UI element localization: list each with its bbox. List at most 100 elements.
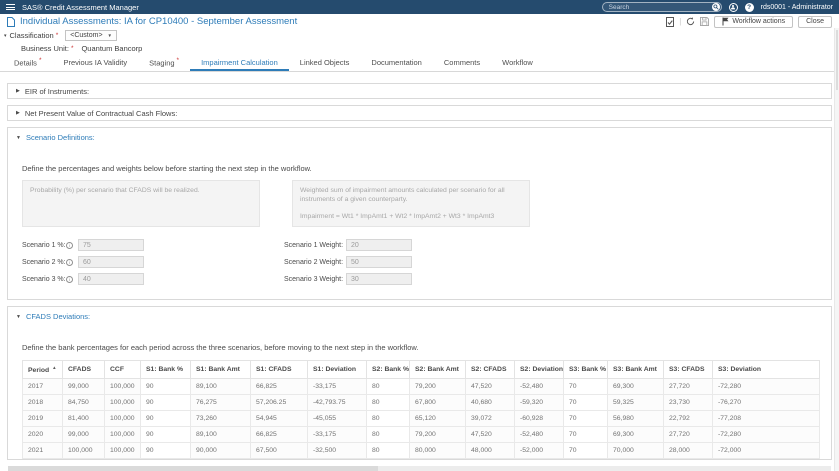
column-header-s3-cfads[interactable]: S3: CFADS — [663, 360, 713, 379]
column-header-s2-cfads[interactable]: S2: CFADS — [465, 360, 515, 379]
scenario-1-weight-input: 20 — [346, 239, 412, 251]
column-header-s3-bank-[interactable]: S3: Bank % — [563, 360, 608, 379]
column-header-s1-bank-amt[interactable]: S1: Bank Amt — [190, 360, 251, 379]
tab-linked-objects[interactable]: Linked Objects — [289, 55, 361, 71]
info-icon[interactable]: i — [66, 241, 73, 249]
column-header-s2-bank-[interactable]: S2: Bank % — [366, 360, 410, 379]
section-scenario-header[interactable]: ▼ Scenario Definitions: — [8, 128, 831, 142]
scenario-3-pct-input: 40 — [78, 273, 144, 285]
cfads-table-header-row: Period ▲ CFADS CCF S1: Bank % S1: Bank Amt S1:… — [22, 360, 820, 379]
tab-comments[interactable]: Comments — [433, 55, 491, 71]
collapse-caret-icon[interactable]: ▾ — [4, 33, 7, 39]
workflow-actions-button[interactable]: Workflow actions — [714, 15, 794, 28]
cfads-table: Period ▲ CFADS CCF S1: Bank % S1: Bank Amt S1:… — [22, 360, 820, 459]
info-icon[interactable]: i — [66, 275, 73, 283]
column-header-label: S1: Bank % — [146, 366, 184, 373]
search-input[interactable] — [608, 3, 712, 11]
collapse-arrow-icon[interactable]: ▼ — [16, 314, 21, 320]
info-icon[interactable]: i — [66, 258, 73, 266]
section-npv-title: Net Present Value of Contractual Cash Fl… — [24, 108, 178, 118]
table-cell: -52,480 — [514, 378, 564, 395]
scenario-info-row: Probability (%) per scenario that CFADS … — [22, 180, 831, 227]
toolbar-divider: | — [679, 17, 682, 26]
weight-info-box: Weighted sum of impairment amounts calcu… — [292, 180, 530, 227]
table-cell: 69,300 — [607, 378, 664, 395]
logged-in-user: rds0001 - Administrator — [760, 3, 833, 11]
column-header-s3-bank-amt[interactable]: S3: Bank Amt — [607, 360, 664, 379]
bank-pct-cell[interactable]: 90 — [140, 426, 191, 443]
horizontal-scrollbar[interactable] — [8, 466, 831, 471]
table-cell: 54,945 — [250, 410, 308, 427]
section-cfads-header[interactable]: ▼ CFADS Deviations: — [8, 307, 831, 321]
bank-pct-cell[interactable]: 70 — [563, 426, 608, 443]
scenario-fields: Scenario 1 %: i 75 Scenario 1 Weight: 20 Scen… — [22, 239, 831, 285]
column-header-s1-deviation[interactable]: S1: Deviation — [307, 360, 367, 379]
tab-workflow[interactable]: Workflow — [491, 55, 544, 71]
bank-pct-cell[interactable]: 70 — [563, 442, 608, 459]
column-header-s1-bank-[interactable]: S1: Bank % — [140, 360, 191, 379]
tab-label: Linked Objects — [299, 58, 350, 67]
tabs: Details * Previous IA Validity Staging * Impa… — [0, 55, 839, 72]
column-header-period[interactable]: Period ▲ — [22, 360, 63, 379]
business-unit-label: Business Unit: — [21, 44, 69, 53]
bank-pct-cell[interactable]: 80 — [366, 426, 410, 443]
expand-arrow-icon[interactable]: ▶ — [16, 110, 20, 116]
table-cell: 2021 — [22, 442, 63, 459]
bank-pct-cell[interactable]: 70 — [563, 378, 608, 395]
page-title: Individual Assessments: IA for CP10400 -… — [20, 16, 298, 27]
tab-documentation[interactable]: Documentation — [360, 55, 432, 71]
vertical-scrollbar[interactable] — [834, 28, 839, 471]
table-cell: 66,825 — [250, 378, 308, 395]
scenario-2-weight-label: Scenario 2 Weight: — [284, 258, 344, 266]
refresh-icon[interactable] — [686, 17, 695, 26]
table-cell: 79,200 — [409, 426, 466, 443]
weight-info-text-2: Impairment = Wt1 * ImpAmt1 + Wt2 * ImpAm… — [300, 213, 495, 221]
column-header-label: S1: Deviation — [313, 366, 357, 373]
section-scenario-definitions: ▼ Scenario Definitions: Define the perce… — [7, 127, 832, 300]
table-cell: 90,000 — [190, 442, 251, 459]
table-cell: 89,100 — [190, 426, 251, 443]
bank-pct-cell[interactable]: 70 — [563, 394, 608, 411]
bank-pct-cell[interactable]: 80 — [366, 442, 410, 459]
bank-pct-cell[interactable]: 80 — [366, 394, 410, 411]
column-header-s1-cfads[interactable]: S1: CFADS — [250, 360, 308, 379]
tab-impairment-calculation[interactable]: Impairment Calculation — [190, 55, 289, 71]
bank-pct-cell[interactable]: 80 — [366, 378, 410, 395]
search-icon[interactable] — [711, 3, 720, 11]
column-header-s2-deviation[interactable]: S2: Deviation — [514, 360, 564, 379]
bank-pct-cell[interactable]: 90 — [140, 378, 191, 395]
tab-details[interactable]: Details * — [3, 54, 52, 72]
expand-arrow-icon[interactable]: ▶ — [16, 88, 20, 94]
bank-pct-cell[interactable]: 90 — [140, 442, 191, 459]
section-npv[interactable]: ▶ Net Present Value of Contractual Cash … — [7, 105, 832, 121]
bank-pct-cell[interactable]: 80 — [366, 410, 410, 427]
column-header-s2-bank-amt[interactable]: S2: Bank Amt — [409, 360, 466, 379]
vertical-scrollbar-thumb[interactable] — [836, 30, 838, 90]
close-button[interactable]: Close — [798, 15, 832, 28]
save-icon[interactable] — [700, 17, 710, 26]
table-cell: 84,750 — [62, 394, 105, 411]
table-cell: 70,000 — [607, 442, 664, 459]
tab-previous-ia-validity[interactable]: Previous IA Validity — [52, 55, 138, 71]
horizontal-scrollbar-thumb[interactable] — [8, 466, 379, 471]
bank-pct-cell[interactable]: 90 — [140, 394, 191, 411]
tab-staging[interactable]: Staging * — [138, 54, 190, 72]
bank-pct-cell[interactable]: 90 — [140, 410, 191, 427]
collapse-arrow-icon[interactable]: ▼ — [16, 135, 21, 141]
classification-dropdown[interactable]: <Custom> ▼ — [65, 30, 117, 41]
table-cell: 69,300 — [607, 426, 664, 443]
column-header-ccf[interactable]: CCF — [104, 360, 141, 379]
column-header-cfads[interactable]: CFADS — [62, 360, 105, 379]
section-eir[interactable]: ▶ EIR of Instruments: — [7, 83, 832, 99]
user-account-icon[interactable] — [728, 2, 738, 12]
tab-label: Details — [14, 58, 37, 67]
menu-icon[interactable] — [6, 4, 15, 10]
validate-icon[interactable] — [666, 16, 675, 27]
table-cell: 100,000 — [104, 442, 141, 459]
column-header-s3-deviation[interactable]: S3: Deviation — [712, 360, 820, 379]
bank-pct-cell[interactable]: 70 — [563, 410, 608, 427]
search-box[interactable] — [601, 2, 722, 12]
column-header-label: CCF — [110, 366, 124, 373]
help-icon[interactable]: ? — [744, 2, 754, 12]
column-header-label: S2: Deviation — [520, 366, 564, 373]
